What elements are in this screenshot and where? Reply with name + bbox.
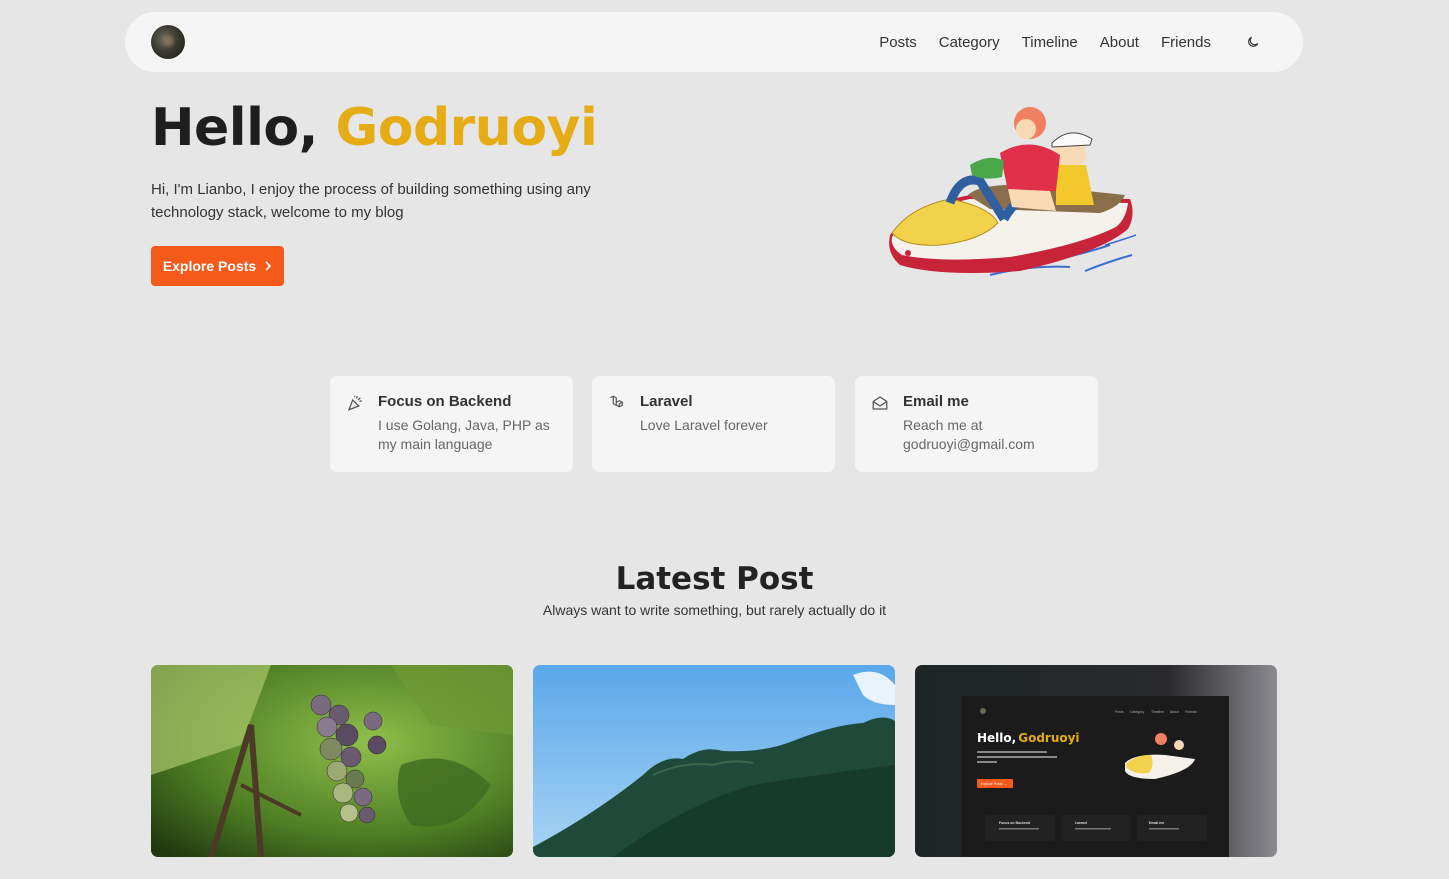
feature-title: Email me xyxy=(903,393,969,410)
feature-card-backend: Focus on Backend I use Golang, Java, PHP… xyxy=(330,376,573,472)
thumb-nav-friends: Friends xyxy=(1185,710,1197,714)
hero-title: Hello, Godruoyi xyxy=(151,98,598,158)
thumb-feature-backend: Focus on Backend xyxy=(999,821,1030,825)
nav-links: Posts Category Timeline About Friends xyxy=(879,34,1261,51)
post-thumbnail-grapes xyxy=(151,665,513,857)
explore-posts-button[interactable]: Explore Posts xyxy=(151,246,284,286)
avatar-icon[interactable] xyxy=(151,25,185,59)
feature-card-email: Email me Reach me at godruoyi@gmail.com xyxy=(855,376,1098,472)
feature-title: Focus on Backend xyxy=(378,393,512,410)
thumb-name: Godruoyi xyxy=(1018,731,1079,745)
navbar: Posts Category Timeline About Friends xyxy=(125,12,1303,72)
hero-name: Godruoyi xyxy=(335,98,598,158)
post-thumbnail-blog: Posts Category Timeline About Friends He… xyxy=(915,665,1277,857)
feature-title: Laravel xyxy=(640,393,693,410)
laravel-icon xyxy=(609,395,623,408)
feature-desc: I use Golang, Java, PHP as my main langu… xyxy=(378,417,550,452)
thumb-greeting: Hello, xyxy=(977,731,1016,745)
party-popper-icon xyxy=(347,395,362,411)
nav-category[interactable]: Category xyxy=(939,34,1000,51)
mail-open-icon xyxy=(872,396,888,410)
nav-posts[interactable]: Posts xyxy=(879,34,917,51)
explore-posts-label: Explore Posts xyxy=(162,258,257,274)
nav-friends[interactable]: Friends xyxy=(1161,34,1211,51)
thumb-nav-timeline: Timeline xyxy=(1151,710,1164,714)
post-thumbnail-mountain xyxy=(533,665,895,857)
latest-post-subtitle: Always want to write something, but rare… xyxy=(542,602,887,618)
post-card-mountain[interactable] xyxy=(533,665,895,857)
thumb-nav-about: About xyxy=(1170,710,1179,714)
thumb-feature-laravel: Laravel xyxy=(1075,821,1087,825)
latest-post-title: Latest Post xyxy=(615,561,814,597)
thumb-nav-posts: Posts xyxy=(1115,710,1124,714)
feature-card-laravel: Laravel Love Laravel forever xyxy=(592,376,835,472)
hero-description: Hi, I'm Lianbo, I enjoy the process of b… xyxy=(151,181,591,221)
post-card-blog-screenshot[interactable]: Posts Category Timeline About Friends He… xyxy=(915,665,1277,857)
thumb-feature-email: Email me xyxy=(1149,821,1164,825)
thumb-nav-category: Category xyxy=(1130,710,1144,714)
svg-text:Hello,Godruoyi: Hello, Godruoyi xyxy=(977,731,1080,745)
thumb-button-label: Explore Posts → xyxy=(981,782,1007,786)
boat-illustration xyxy=(889,107,1137,276)
nav-about[interactable]: About xyxy=(1100,34,1139,51)
chevron-right-icon xyxy=(265,261,272,271)
nav-timeline[interactable]: Timeline xyxy=(1022,34,1078,51)
moon-icon[interactable] xyxy=(1245,34,1261,50)
feature-desc: Love Laravel forever xyxy=(640,417,768,433)
post-card-grapes[interactable] xyxy=(151,665,513,857)
hero-greeting: Hello, xyxy=(151,98,318,158)
feature-desc: Reach me at godruoyi@gmail.com xyxy=(903,417,1035,452)
